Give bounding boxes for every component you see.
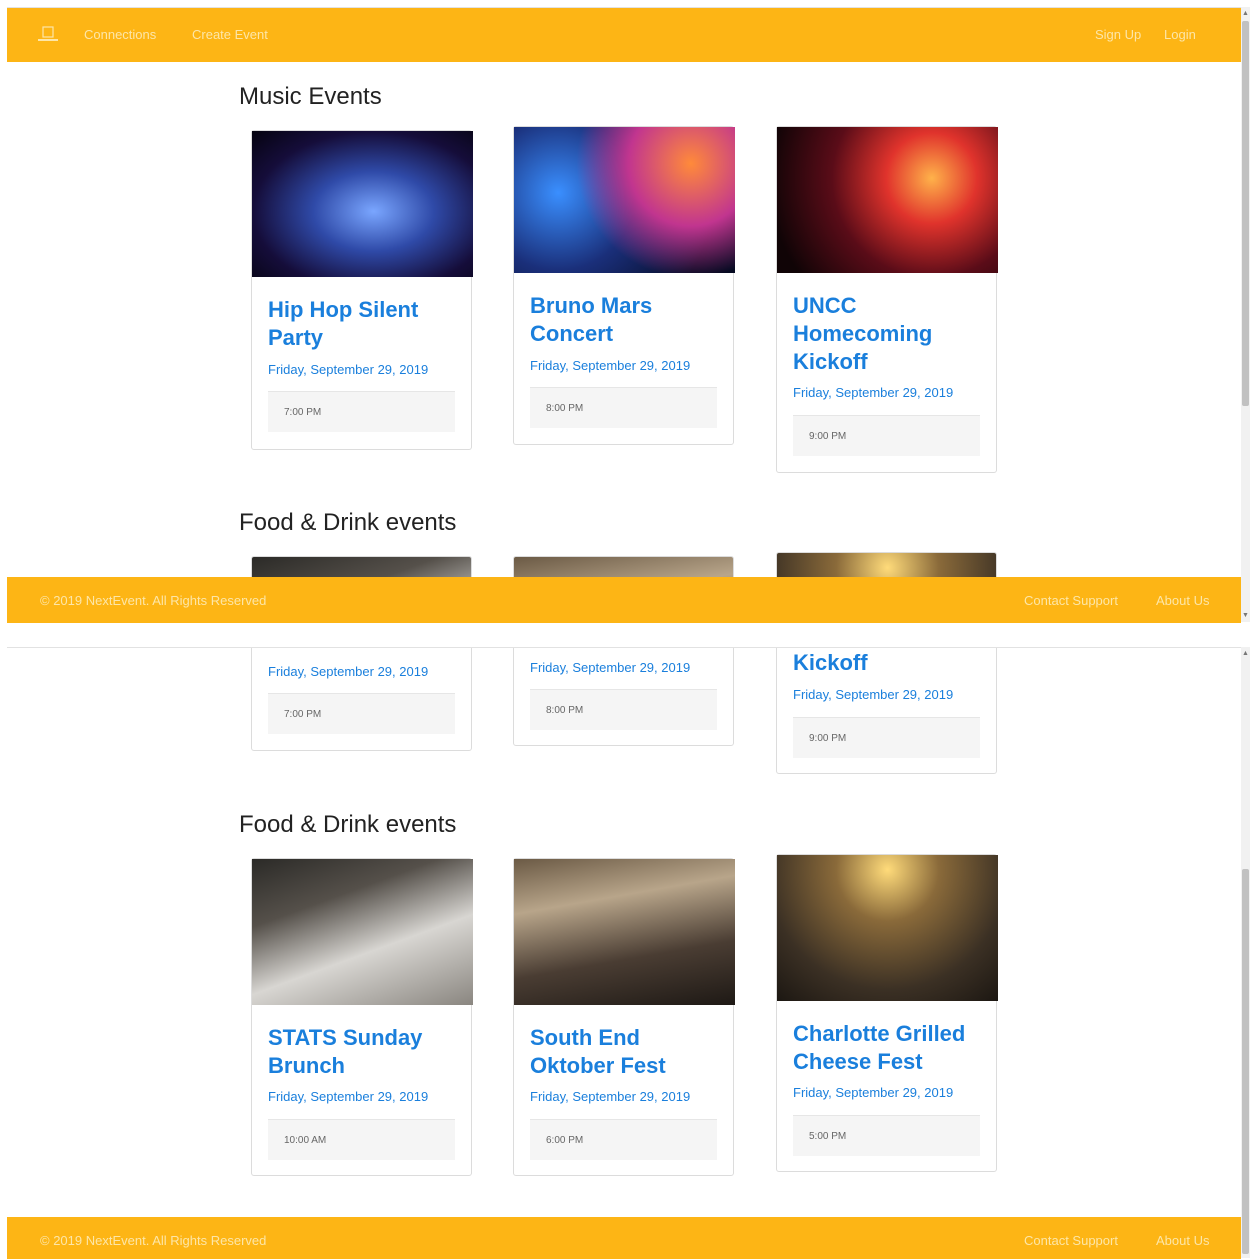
event-date: Friday, September 29, 2019 <box>793 385 954 400</box>
event-time: 9:00 PM <box>809 733 847 744</box>
event-time: 7:00 PM <box>284 407 322 418</box>
scrollbar-top[interactable]: ▲ ▼ <box>1241 7 1250 622</box>
event-time: 9:00 PM <box>809 431 847 442</box>
toast-party-image <box>777 855 998 1001</box>
event-card[interactable]: Bruno Mars Concert Friday, September 29,… <box>513 126 735 445</box>
event-time-box: 6:00 PM <box>530 1119 717 1160</box>
event-date: Friday, September 29, 2019 <box>793 687 954 702</box>
event-date: Friday, September 29, 2019 <box>268 664 429 679</box>
event-time-box: 7:00 PM <box>268 693 455 734</box>
event-date: Friday, September 29, 2019 <box>530 358 691 373</box>
footer-about-us-link[interactable]: About Us <box>1156 1233 1209 1249</box>
event-title[interactable]: South End Oktober Fest <box>530 1024 720 1080</box>
event-time-box: 10:00 AM <box>268 1119 455 1160</box>
event-date: Friday, September 29, 2019 <box>268 1089 429 1104</box>
section-title-music: Music Events <box>239 83 382 110</box>
event-title[interactable]: UNCC Homecoming Kickoff <box>793 292 953 376</box>
nav-connections-link[interactable]: Connections <box>84 27 156 43</box>
event-title[interactable]: Charlotte Grilled Cheese Fest <box>793 1020 993 1076</box>
concert-confetti-image <box>252 131 473 277</box>
footer-contact-support-link[interactable]: Contact Support <box>1024 1233 1118 1249</box>
dining-table-image <box>252 859 473 1005</box>
event-time: 10:00 AM <box>284 1135 327 1146</box>
footer-about-us-link[interactable]: About Us <box>1156 593 1209 609</box>
event-card[interactable]: Hip Hop Silent Party Friday, September 2… <box>251 130 473 450</box>
event-time-box: 5:00 PM <box>793 1115 980 1156</box>
event-date: Friday, September 29, 2019 <box>530 1089 691 1104</box>
event-card[interactable]: Friday, September 29, 2019 7:00 PM <box>251 648 472 751</box>
scroll-down-icon[interactable]: ▼ <box>1241 611 1250 620</box>
scroll-up-icon[interactable]: ▲ <box>1241 9 1250 18</box>
event-title[interactable]: STATS Sunday Brunch <box>268 1024 458 1080</box>
browser-viewport-scrolled: Friday, September 29, 2019 7:00 PM Frida… <box>7 647 1241 1259</box>
event-card[interactable]: Charlotte Grilled Cheese Fest Friday, Se… <box>776 854 998 1172</box>
scrollbar-thumb[interactable] <box>1242 869 1249 1254</box>
event-time: 7:00 PM <box>284 709 322 720</box>
footer-contact-support-link[interactable]: Contact Support <box>1024 593 1118 609</box>
footer-copyright: © 2019 NextEvent. All Rights Reserved <box>40 1233 267 1248</box>
event-time-box: 9:00 PM <box>793 717 980 758</box>
event-card[interactable]: UNCC Homecoming Kickoff Friday, Septembe… <box>776 126 998 473</box>
event-time-box: 8:00 PM <box>530 387 717 428</box>
event-date: Friday, September 29, 2019 <box>793 1085 954 1100</box>
crowded-dinner-image <box>514 859 735 1005</box>
nav-login-link[interactable]: Login <box>1164 27 1196 43</box>
event-time-box: 8:00 PM <box>530 689 717 730</box>
event-date: Friday, September 29, 2019 <box>530 660 691 675</box>
top-navbar: Connections Create Event Sign Up Login <box>7 8 1241 62</box>
event-title-fragment[interactable]: Kickoff <box>793 649 983 677</box>
event-card[interactable]: Friday, September 29, 2019 8:00 PM <box>513 648 734 746</box>
crowd-lights-image <box>777 127 998 273</box>
event-time: 5:00 PM <box>809 1131 847 1142</box>
event-time: 6:00 PM <box>546 1135 584 1146</box>
event-time: 8:00 PM <box>546 403 584 414</box>
event-title[interactable]: Hip Hop Silent Party <box>268 296 458 352</box>
logo-icon[interactable] <box>36 25 60 45</box>
browser-viewport-top: Connections Create Event Sign Up Login M… <box>7 7 1241 623</box>
event-card[interactable]: South End Oktober Fest Friday, September… <box>513 858 735 1176</box>
event-time: 8:00 PM <box>546 705 584 716</box>
microphone-stage-image <box>514 127 735 273</box>
event-title[interactable]: Bruno Mars Concert <box>530 292 720 348</box>
event-time-box: 7:00 PM <box>268 391 455 432</box>
footer-copyright: © 2019 NextEvent. All Rights Reserved <box>40 593 267 608</box>
section-title-food: Food & Drink events <box>239 509 457 536</box>
footer: © 2019 NextEvent. All Rights Reserved Co… <box>7 1217 1241 1259</box>
footer: © 2019 NextEvent. All Rights Reserved Co… <box>7 577 1241 623</box>
event-card[interactable]: STATS Sunday Brunch Friday, September 29… <box>251 858 473 1176</box>
event-card[interactable]: Kickoff Friday, September 29, 2019 9:00 … <box>776 648 997 774</box>
nav-create-event-link[interactable]: Create Event <box>192 27 268 43</box>
nav-sign-up-link[interactable]: Sign Up <box>1095 27 1141 43</box>
scroll-up-icon[interactable]: ▲ <box>1241 649 1250 658</box>
event-date: Friday, September 29, 2019 <box>268 362 429 377</box>
event-time-box: 9:00 PM <box>793 415 980 456</box>
scrollbar-thumb[interactable] <box>1242 21 1249 406</box>
section-title-food: Food & Drink events <box>239 811 457 838</box>
scrollbar-bottom[interactable]: ▲ <box>1241 647 1250 1258</box>
